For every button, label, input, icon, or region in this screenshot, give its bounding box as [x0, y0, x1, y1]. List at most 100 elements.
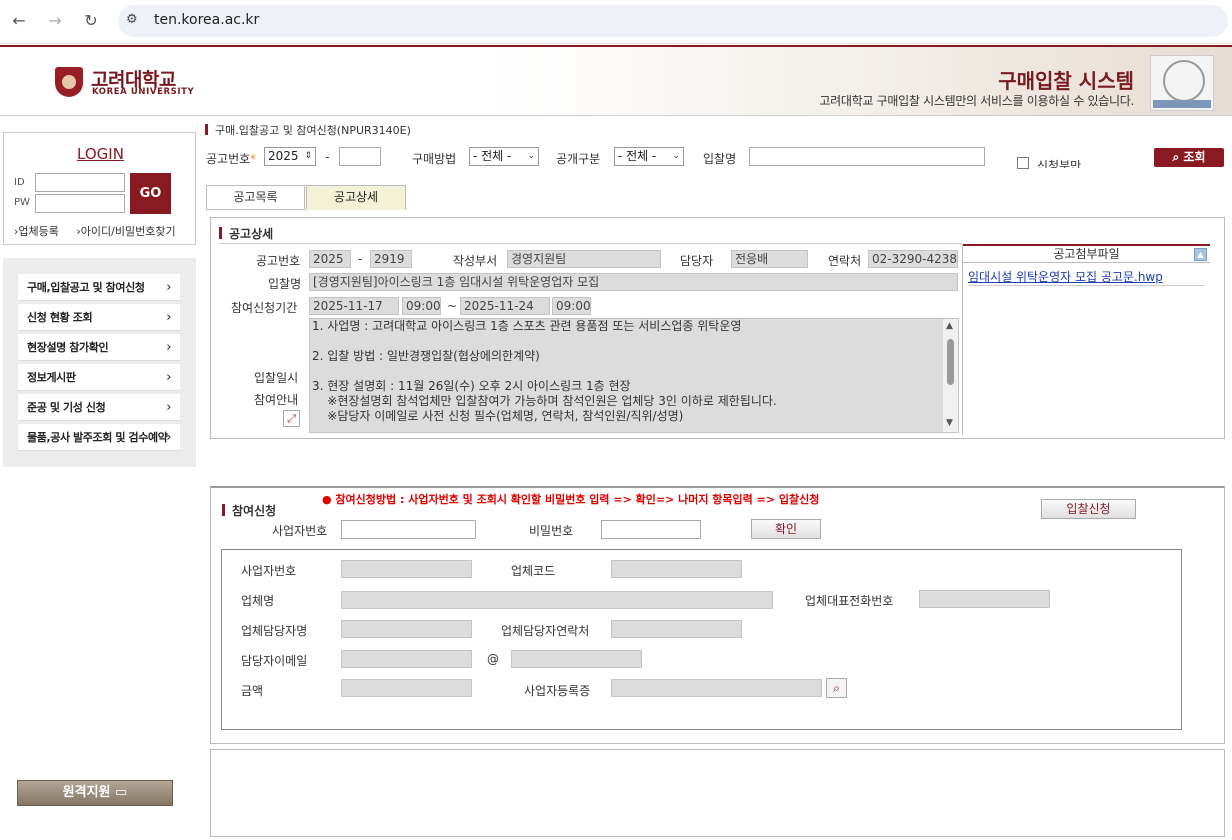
attachment-header: 공고첨부파일 ▲: [963, 244, 1210, 263]
company-phone-field: [919, 590, 1050, 608]
contact-phone-field: [611, 620, 742, 638]
end-time-value: 09:00: [552, 297, 591, 315]
bid-name-search-label: 입찰명: [703, 152, 737, 166]
find-account-link[interactable]: ›아이디/비밀번호찾기: [76, 225, 175, 238]
login-title: LOGIN: [77, 145, 124, 163]
search-notice-no-input[interactable]: [339, 147, 381, 166]
chevron-right-icon: ›: [166, 370, 171, 385]
back-icon[interactable]: ←: [8, 10, 30, 32]
notice-no-label: 공고번호: [256, 254, 301, 268]
attachment-file-link[interactable]: 임대시설 위탁운영자 모집 공고문.hwp: [968, 268, 1204, 286]
menu-item-bid-notice[interactable]: 구매,입찰공고 및 참여신청 ›: [18, 274, 180, 301]
amount-label: 금액: [241, 684, 264, 698]
biz-no-input-label: 사업자번호: [272, 524, 328, 538]
company-phone-label: 업체대표전화번호: [805, 594, 894, 608]
forward-icon[interactable]: →: [44, 10, 66, 32]
period-label: 참여신청기간: [231, 301, 298, 315]
chevron-right-icon: ›: [166, 400, 171, 415]
menu-item-site-briefing[interactable]: 현장설명 참가확인 ›: [18, 334, 180, 361]
menu-item-apply-status[interactable]: 신청 현황 조회 ›: [18, 304, 180, 331]
contact-email-label: 담당자이메일: [241, 654, 308, 668]
password-input[interactable]: [601, 520, 701, 539]
page-breadcrumb: 구매.입찰공고 및 참여신청(NPUR3140E): [205, 122, 411, 138]
bid-name-value: [경영지원팀]아이스링크 1층 임대시설 위탁운영업자 모집: [309, 273, 958, 291]
address-bar[interactable]: ⚙ ten.korea.ac.kr: [118, 5, 1228, 37]
dept-value: 경영지원팀: [507, 250, 661, 268]
scroll-thumb[interactable]: [947, 339, 954, 385]
search-year-spinner[interactable]: 2025 ⇕: [264, 147, 316, 166]
biz-cert-field: [611, 679, 822, 697]
company-biz-no-field: [341, 560, 472, 578]
system-title: 구매입찰 시스템: [998, 69, 1134, 93]
system-subtitle: 고려대학교 구매입찰 시스템만의 서비스를 이용하실 수 있습니다.: [819, 94, 1134, 108]
menu-item-board[interactable]: 정보게시판 ›: [18, 364, 180, 391]
spinner-icon[interactable]: ⇕: [304, 148, 312, 165]
company-code-label: 업체코드: [511, 564, 556, 578]
login-id-input[interactable]: [35, 173, 125, 192]
confirm-button[interactable]: 확인: [751, 519, 821, 539]
company-biz-no-label: 사업자번호: [241, 564, 297, 578]
reload-icon[interactable]: ↻: [80, 10, 102, 32]
bid-apply-button[interactable]: 입찰신청: [1041, 499, 1136, 519]
site-header: 고려대학교 KOREA UNIVERSITY 구매입찰 시스템 고려대학교 구매…: [0, 45, 1232, 116]
notice-no-dash: -: [358, 252, 363, 266]
chevron-down-icon: ⌄: [527, 151, 535, 161]
dept-label: 작성부서: [453, 254, 498, 268]
chevron-right-icon: ›: [166, 280, 171, 295]
guide-label: 참여안내: [254, 393, 299, 407]
biz-no-input[interactable]: [341, 520, 476, 539]
amount-field: [341, 679, 472, 697]
search-button[interactable]: ⌕ 조회: [1154, 148, 1224, 167]
apply-method-notice: ● 참여신청방법 : 사업자번호 및 조회시 확인할 비밀번호 입력 => 확인…: [322, 493, 820, 506]
notice-no-value: 2919: [370, 250, 412, 268]
menu-item-completion[interactable]: 준공 및 기성 신청 ›: [18, 394, 180, 421]
manager-label: 담당자: [680, 254, 714, 268]
search-icon[interactable]: ⌕: [826, 678, 847, 698]
contact-label: 연락처: [828, 254, 862, 268]
end-date-value: 2025-11-24: [460, 297, 550, 315]
contact-name-field: [341, 620, 472, 638]
scroll-up-icon[interactable]: ▲: [946, 321, 953, 331]
bid-name-search-input[interactable]: [749, 147, 985, 166]
scroll-down-icon[interactable]: ▼: [946, 418, 953, 428]
login-pw-input[interactable]: [35, 194, 125, 213]
tab-notice-detail[interactable]: 공고상세: [306, 185, 406, 210]
id-label: ID: [14, 177, 25, 188]
open-type-label: 공개구분: [556, 152, 601, 166]
apply-only-checkbox[interactable]: [1017, 157, 1029, 169]
contact-name-label: 업체담당자명: [241, 624, 308, 638]
period-tilde: ~: [447, 299, 458, 313]
biz-cert-label: 사업자등록증: [524, 684, 591, 698]
start-date-value: 2025-11-17: [309, 297, 399, 315]
purchase-method-label: 구매방법: [412, 152, 457, 166]
browser-toolbar: ← → ↻ ⚙ ten.korea.ac.kr: [0, 0, 1232, 44]
notice-content-textarea[interactable]: 1. 사업명 : 고려대학교 아이스링크 1층 스포츠 관련 용품점 또는 서비…: [309, 318, 959, 433]
register-link[interactable]: ›업체등록: [14, 225, 59, 238]
site-settings-icon[interactable]: ⚙: [126, 12, 138, 27]
bid-name-label: 입찰명: [268, 277, 302, 291]
company-name-label: 업체명: [241, 594, 275, 608]
chevron-right-icon: ›: [166, 310, 171, 325]
login-go-button[interactable]: GO: [130, 173, 171, 214]
collapse-up-icon[interactable]: ▲: [1194, 248, 1207, 261]
menu-item-order-inspection[interactable]: 물품,공사 발주조회 및 검수예약 ›: [18, 424, 180, 451]
university-seal-icon: [1150, 55, 1214, 111]
attachment-panel: 공고첨부파일 ▲ 임대시설 위탁운영자 모집 공고문.hwp: [962, 244, 1210, 435]
company-name-field: [341, 591, 773, 609]
expand-icon[interactable]: ⤢: [283, 410, 300, 427]
purchase-method-select[interactable]: - 전체 - ⌄: [469, 147, 539, 166]
open-type-select[interactable]: - 전체 - ⌄: [614, 147, 684, 166]
tab-notice-list[interactable]: 공고목록: [206, 185, 305, 210]
search-icon: ⌕: [1172, 150, 1180, 164]
search-notice-no-label: 공고번호*: [206, 152, 257, 166]
university-name-en: KOREA UNIVERSITY: [92, 87, 195, 97]
search-dash: -: [325, 150, 330, 164]
apply-only-label: 신청분만: [1037, 159, 1082, 168]
password-label: 비밀번호: [529, 524, 574, 538]
scrollbar[interactable]: ▲ ▼: [943, 319, 958, 432]
url-text[interactable]: ten.korea.ac.kr: [154, 12, 259, 28]
remote-support-button[interactable]: 원격지원 ▭: [17, 780, 173, 806]
login-links: ›업체등록 ›아이디/비밀번호찾기: [14, 223, 176, 239]
contact-phone-label: 업체담당자연락처: [501, 624, 590, 638]
side-menu: 구매,입찰공고 및 참여신청 › 신청 현황 조회 › 현장설명 참가확인 › 정보게…: [3, 258, 196, 467]
